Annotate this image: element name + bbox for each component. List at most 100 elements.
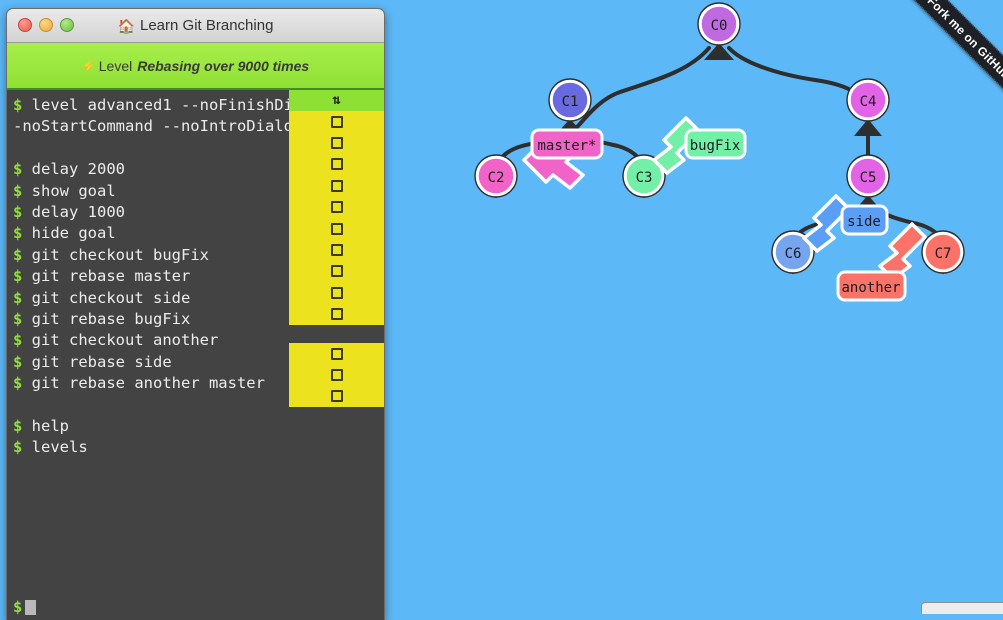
terminal-window: 🏠 Learn Git Branching ⚡ Level Rebasing o… <box>6 8 385 620</box>
command-status-row <box>289 197 384 218</box>
status-checkbox[interactable] <box>330 201 343 214</box>
command-text: git rebase master <box>22 267 191 286</box>
status-checkbox[interactable] <box>330 347 343 360</box>
command-status-row <box>289 261 384 282</box>
status-checkbox[interactable] <box>330 369 343 382</box>
text-cursor <box>25 599 37 615</box>
level-banner: ⚡ Level Rebasing over 9000 times <box>7 43 384 90</box>
prompt-symbol: $ <box>13 267 23 286</box>
command-text: git rebase another master <box>22 374 265 393</box>
bolt-icon: ⚡ <box>81 58 97 73</box>
minimize-button[interactable] <box>39 18 53 32</box>
prompt-symbol: $ <box>13 374 23 393</box>
status-checkbox[interactable] <box>330 286 343 299</box>
command-text: git rebase bugFix <box>22 310 191 329</box>
command-text: git checkout another <box>22 331 219 350</box>
branch-label-master: master* <box>530 128 604 160</box>
command-text: delay 1000 <box>22 203 125 222</box>
svg-text:another: another <box>841 280 900 296</box>
level-word: Level <box>98 57 133 74</box>
status-checkbox[interactable] <box>330 222 343 235</box>
zoom-button[interactable] <box>60 18 74 32</box>
bottom-right-panel-nub[interactable] <box>921 602 1003 614</box>
window-title-bar: 🏠 Learn Git Branching <box>7 9 384 43</box>
panel-2-checkbox-body <box>289 343 384 407</box>
prompt-symbol: $ <box>13 597 23 616</box>
prompt-symbol: $ <box>13 181 23 200</box>
edge-c4-c0 <box>727 46 870 122</box>
status-checkbox[interactable] <box>330 308 343 321</box>
commit-node-c0: C0 <box>697 2 741 46</box>
command-line: $ levels <box>13 437 384 458</box>
command-status-row <box>289 218 384 239</box>
branch-label-bugfix: bugFix <box>684 128 747 160</box>
command-text: git checkout bugFix <box>22 245 209 264</box>
command-status-row <box>289 364 384 385</box>
status-checkbox[interactable] <box>330 179 343 192</box>
home-icon: 🏠 <box>117 17 135 34</box>
prompt-symbol: $ <box>13 438 23 457</box>
prompt-symbol: $ <box>13 310 23 329</box>
command-line: $ help <box>13 416 384 437</box>
command-status-row <box>289 111 384 132</box>
svg-text:C4: C4 <box>860 94 877 110</box>
status-checkbox[interactable] <box>330 244 343 257</box>
prompt-symbol: $ <box>13 245 23 264</box>
command-status-panel-1: ⇅ <box>289 90 384 325</box>
commit-node-c7: C7 <box>921 230 965 274</box>
command-text: -noStartCommand --noIntroDialog <box>13 117 303 136</box>
level-name: Rebasing over 9000 times <box>137 57 310 74</box>
svg-text:C3: C3 <box>636 170 653 186</box>
command-status-row <box>289 132 384 153</box>
window-title-text: Learn Git Branching <box>140 17 274 34</box>
command-status-panel-2 <box>289 343 384 408</box>
commit-node-c1: C1 <box>548 78 592 122</box>
prompt-symbol: $ <box>13 288 23 307</box>
svg-text:C1: C1 <box>562 94 579 110</box>
prompt-symbol: $ <box>13 160 23 179</box>
commit-node-c2: C2 <box>474 154 518 198</box>
command-text: levels <box>22 438 88 457</box>
svg-text:bugFix: bugFix <box>690 138 741 154</box>
prompt-symbol: $ <box>13 224 23 243</box>
commit-node-c5: C5 <box>846 154 890 198</box>
commit-node-c4: C4 <box>846 78 890 122</box>
panel-1-checkbox-body <box>289 111 384 325</box>
command-text: show goal <box>22 181 116 200</box>
status-checkbox[interactable] <box>330 115 343 128</box>
command-text: git checkout side <box>22 288 191 307</box>
svg-text:C0: C0 <box>711 18 728 34</box>
command-text: help <box>22 417 70 436</box>
command-status-row <box>289 304 384 325</box>
terminal-input-prompt[interactable]: $ <box>13 597 37 618</box>
branch-label-side: side <box>840 204 889 236</box>
prompt-symbol: $ <box>13 203 23 222</box>
svg-text:master*: master* <box>537 138 596 154</box>
close-button[interactable] <box>18 18 32 32</box>
graph-arrowheads <box>556 43 882 210</box>
window-controls[interactable] <box>18 18 74 32</box>
command-status-row <box>289 154 384 175</box>
command-text: hide goal <box>22 224 116 243</box>
command-status-row <box>289 239 384 260</box>
svg-text:side: side <box>847 214 881 230</box>
branch-labels: master* bugFix side another <box>530 128 907 302</box>
command-text: git rebase side <box>22 352 172 371</box>
svg-text:C2: C2 <box>488 170 505 186</box>
prompt-symbol: $ <box>13 352 23 371</box>
prompt-symbol: $ <box>13 331 23 350</box>
svg-text:C7: C7 <box>935 246 952 262</box>
status-checkbox[interactable] <box>330 137 343 150</box>
status-checkbox[interactable] <box>330 265 343 278</box>
status-checkbox[interactable] <box>330 158 343 171</box>
prompt-symbol: $ <box>13 96 23 114</box>
branch-label-another: another <box>836 270 907 302</box>
panel-sort-header[interactable]: ⇅ <box>289 90 384 111</box>
svg-text:C5: C5 <box>860 170 877 186</box>
command-status-row <box>289 282 384 303</box>
terminal-body[interactable]: $ level advanced1 --noFinishDialog - -noS… <box>7 90 384 620</box>
command-status-row <box>289 386 384 407</box>
command-status-row <box>289 343 384 364</box>
prompt-symbol: $ <box>13 417 23 436</box>
status-checkbox[interactable] <box>330 390 343 403</box>
